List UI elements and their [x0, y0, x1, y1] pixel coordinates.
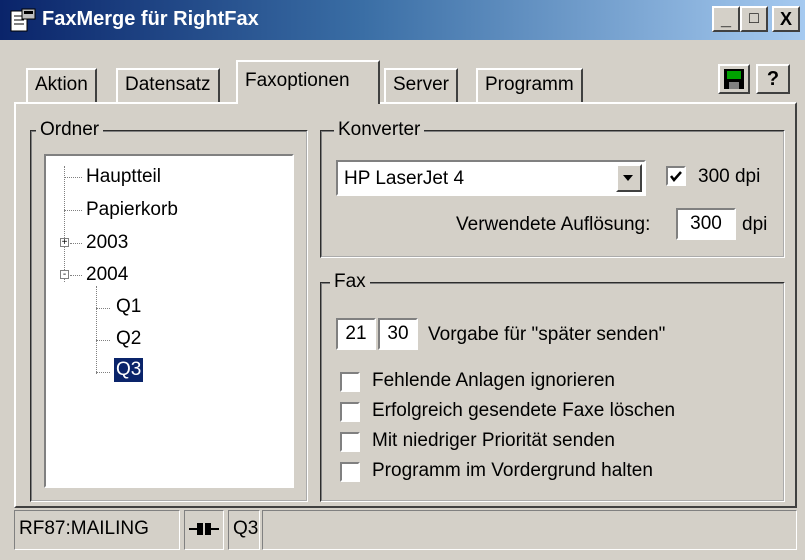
tree-item-q3-selected[interactable]: Q3: [112, 357, 145, 383]
connection-plug-icon: [189, 523, 219, 535]
maximize-button[interactable]: □: [740, 6, 768, 32]
tab-aktion-label: Aktion: [35, 74, 88, 95]
tab-server[interactable]: Server: [384, 68, 458, 102]
ordner-legend: Ordner: [36, 119, 104, 141]
minute-field[interactable]: 30: [378, 318, 418, 350]
collapse-2004-icon[interactable]: -: [60, 270, 69, 280]
ignore-attachments-checkbox[interactable]: [340, 372, 360, 392]
later-send-label: Vorgabe für "später senden": [428, 324, 666, 345]
tab-datensatz-label: Datensatz: [125, 74, 211, 95]
tree-item-hauptteil[interactable]: Hauptteil: [86, 166, 161, 188]
delete-sent-label: Erfolgreich gesendete Faxe löschen: [372, 400, 676, 421]
expand-2003-icon[interactable]: +: [60, 238, 69, 248]
faxmerge-app-icon: [10, 8, 36, 32]
tree-item-q2[interactable]: Q2: [116, 328, 141, 350]
delete-sent-checkbox[interactable]: [340, 402, 360, 422]
low-priority-checkbox[interactable]: [340, 432, 360, 452]
floppy-disk-icon: [724, 69, 744, 89]
tab-programm[interactable]: Programm: [476, 68, 583, 102]
status-empty: [262, 510, 797, 550]
tab-programm-label: Programm: [485, 74, 574, 95]
status-connection: [184, 510, 224, 550]
dropdown-arrow-button[interactable]: [616, 164, 642, 192]
tab-aktion[interactable]: Aktion: [26, 68, 97, 102]
konverter-legend: Konverter: [334, 119, 425, 141]
tree-item-2004[interactable]: 2004: [86, 264, 128, 286]
tab-faxoptionen-label: Faxoptionen: [245, 70, 350, 91]
status-server: RF87:MAILING: [14, 510, 180, 550]
close-button[interactable]: X: [772, 6, 800, 32]
aufloesung-field[interactable]: 300: [676, 208, 736, 240]
status-folder: Q3: [228, 510, 260, 550]
help-button[interactable]: ?: [756, 64, 790, 94]
tab-server-label: Server: [393, 74, 449, 95]
low-priority-label: Mit niedriger Priorität senden: [372, 430, 615, 451]
hour-field[interactable]: 21: [336, 318, 376, 350]
dpi-300-checkbox[interactable]: [666, 166, 686, 186]
window-title: FaxMerge für RightFax: [42, 8, 259, 30]
dpi-300-label: 300 dpi: [698, 166, 761, 187]
fax-legend: Fax: [330, 271, 370, 293]
foreground-checkbox[interactable]: [340, 462, 360, 482]
save-button[interactable]: [718, 64, 750, 94]
printer-select[interactable]: HP LaserJet 4: [336, 160, 646, 196]
minimize-button[interactable]: _: [712, 6, 740, 32]
tree-item-2003[interactable]: 2003: [86, 232, 128, 254]
folder-tree[interactable]: + - Hauptteil Papierkorb 2003 2004 Q1 Q2…: [44, 154, 294, 488]
checkmark-icon: [670, 171, 682, 182]
ignore-attachments-label: Fehlende Anlagen ignorieren: [372, 370, 615, 391]
foreground-label: Programm im Vordergrund halten: [372, 460, 653, 481]
tree-item-q1[interactable]: Q1: [116, 296, 141, 318]
printer-select-value: HP LaserJet 4: [344, 168, 465, 189]
tab-faxoptionen[interactable]: Faxoptionen: [236, 60, 380, 104]
tree-item-papierkorb[interactable]: Papierkorb: [86, 199, 178, 221]
aufloesung-unit: dpi: [742, 214, 768, 235]
chevron-down-icon: [623, 175, 633, 181]
title-bar[interactable]: FaxMerge für RightFax _ □ X: [0, 0, 805, 40]
tab-datensatz[interactable]: Datensatz: [116, 68, 220, 102]
aufloesung-label: Verwendete Auflösung:: [456, 214, 651, 235]
